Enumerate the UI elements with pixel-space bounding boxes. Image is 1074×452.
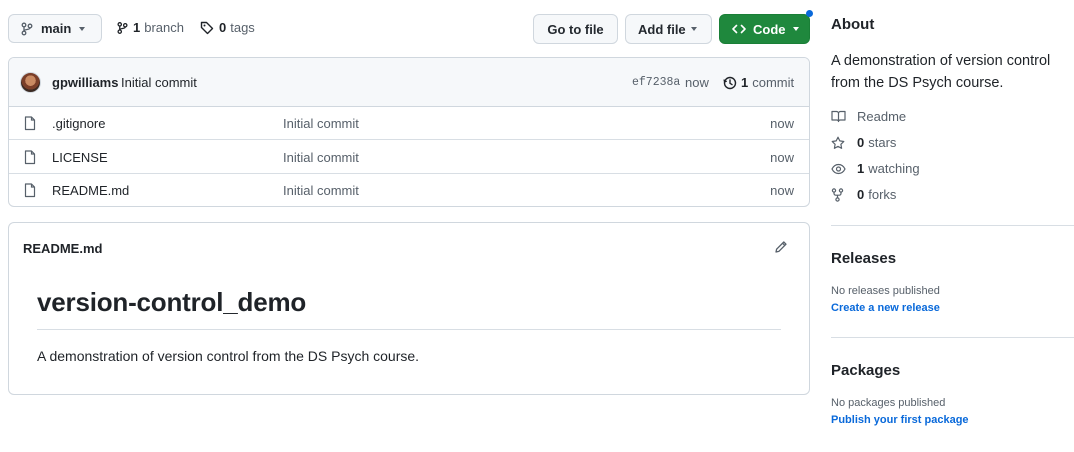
code-icon xyxy=(732,23,746,35)
file-name[interactable]: .gitignore xyxy=(52,116,105,131)
file-commit-message[interactable]: Initial commit xyxy=(283,183,359,198)
commit-author[interactable]: gpwilliams xyxy=(52,75,118,90)
branch-icon xyxy=(117,21,128,35)
book-icon xyxy=(831,110,847,123)
create-release-link[interactable]: Create a new release xyxy=(831,302,940,314)
chevron-down-icon xyxy=(792,27,799,31)
commit-time: now xyxy=(685,75,709,90)
tags-link[interactable]: 0 tags xyxy=(200,20,255,35)
commit-message[interactable]: Initial commit xyxy=(121,75,197,90)
add-file-button[interactable]: Add file xyxy=(625,14,712,44)
file-name[interactable]: LICENSE xyxy=(52,150,108,165)
chevron-down-icon xyxy=(690,27,697,31)
branch-count: 1 xyxy=(133,20,141,35)
readme-panel: README.md version-control_demo A demonst… xyxy=(8,222,810,395)
add-file-label: Add file xyxy=(638,21,686,37)
sidebar-divider xyxy=(831,225,1074,226)
history-icon xyxy=(723,76,737,90)
file-name[interactable]: README.md xyxy=(52,183,129,198)
commit-history-link[interactable]: 1 commit xyxy=(723,75,794,90)
commit-label: commit xyxy=(752,75,795,90)
readme-heading-divider xyxy=(37,329,781,330)
branch-label: branch xyxy=(144,20,184,35)
sidebar-divider xyxy=(831,337,1074,338)
file-icon xyxy=(24,116,36,131)
packages-empty-text: No packages published xyxy=(831,397,946,409)
readme-label: Readme xyxy=(857,109,907,124)
branch-name: main xyxy=(41,21,72,36)
readme-heading: version-control_demo xyxy=(37,287,307,317)
file-icon xyxy=(24,150,36,165)
notification-dot xyxy=(806,10,813,17)
readme-filename: README.md xyxy=(23,241,103,256)
watching-count: 1 xyxy=(857,161,865,176)
stars-label: stars xyxy=(868,135,897,150)
releases-heading[interactable]: Releases xyxy=(831,250,896,267)
fork-icon xyxy=(831,187,847,202)
avatar[interactable] xyxy=(20,72,41,93)
forks-label: forks xyxy=(868,187,897,202)
file-row[interactable]: README.md Initial commit now xyxy=(9,174,809,206)
commit-sha[interactable]: ef7238a xyxy=(632,76,680,89)
about-heading: About xyxy=(831,16,875,33)
readme-link[interactable]: Readme xyxy=(831,109,906,124)
tag-count: 0 xyxy=(219,20,227,35)
file-time: now xyxy=(770,183,794,198)
about-description: A demonstration of version control from … xyxy=(831,53,1051,91)
branches-link[interactable]: 1 branch xyxy=(117,20,184,35)
file-icon xyxy=(24,183,36,198)
eye-icon xyxy=(831,163,847,175)
tag-icon xyxy=(200,21,214,35)
packages-heading[interactable]: Packages xyxy=(831,362,900,379)
watching-label: watching xyxy=(868,161,920,176)
file-commit-message[interactable]: Initial commit xyxy=(283,150,359,165)
publish-package-link[interactable]: Publish your first package xyxy=(831,414,969,426)
latest-commit-bar: gpwilliams Initial commit ef7238a now 1 … xyxy=(9,58,809,107)
file-time: now xyxy=(770,150,794,165)
watching-link[interactable]: 1 watching xyxy=(831,161,920,176)
releases-empty-text: No releases published xyxy=(831,285,940,297)
forks-link[interactable]: 0 forks xyxy=(831,187,896,202)
go-to-file-button[interactable]: Go to file xyxy=(533,14,618,44)
code-label: Code xyxy=(753,21,786,37)
file-time: now xyxy=(770,116,794,131)
readme-body: A demonstration of version control from … xyxy=(37,348,420,364)
edit-pencil-icon[interactable] xyxy=(774,240,788,254)
forks-count: 0 xyxy=(857,187,865,202)
stars-link[interactable]: 0 stars xyxy=(831,135,896,150)
branch-icon xyxy=(21,22,33,36)
stars-count: 0 xyxy=(857,135,865,150)
file-commit-message[interactable]: Initial commit xyxy=(283,116,359,131)
file-browser: gpwilliams Initial commit ef7238a now 1 … xyxy=(8,57,810,207)
file-row[interactable]: .gitignore Initial commit now xyxy=(9,107,809,140)
file-row[interactable]: LICENSE Initial commit now xyxy=(9,141,809,174)
tag-label: tags xyxy=(230,20,255,35)
branch-selector-button[interactable]: main xyxy=(8,14,102,43)
go-to-file-label: Go to file xyxy=(547,21,604,37)
commit-count: 1 xyxy=(741,75,749,90)
star-icon xyxy=(831,136,847,150)
chevron-down-icon xyxy=(79,26,86,31)
code-button[interactable]: Code xyxy=(719,14,810,44)
